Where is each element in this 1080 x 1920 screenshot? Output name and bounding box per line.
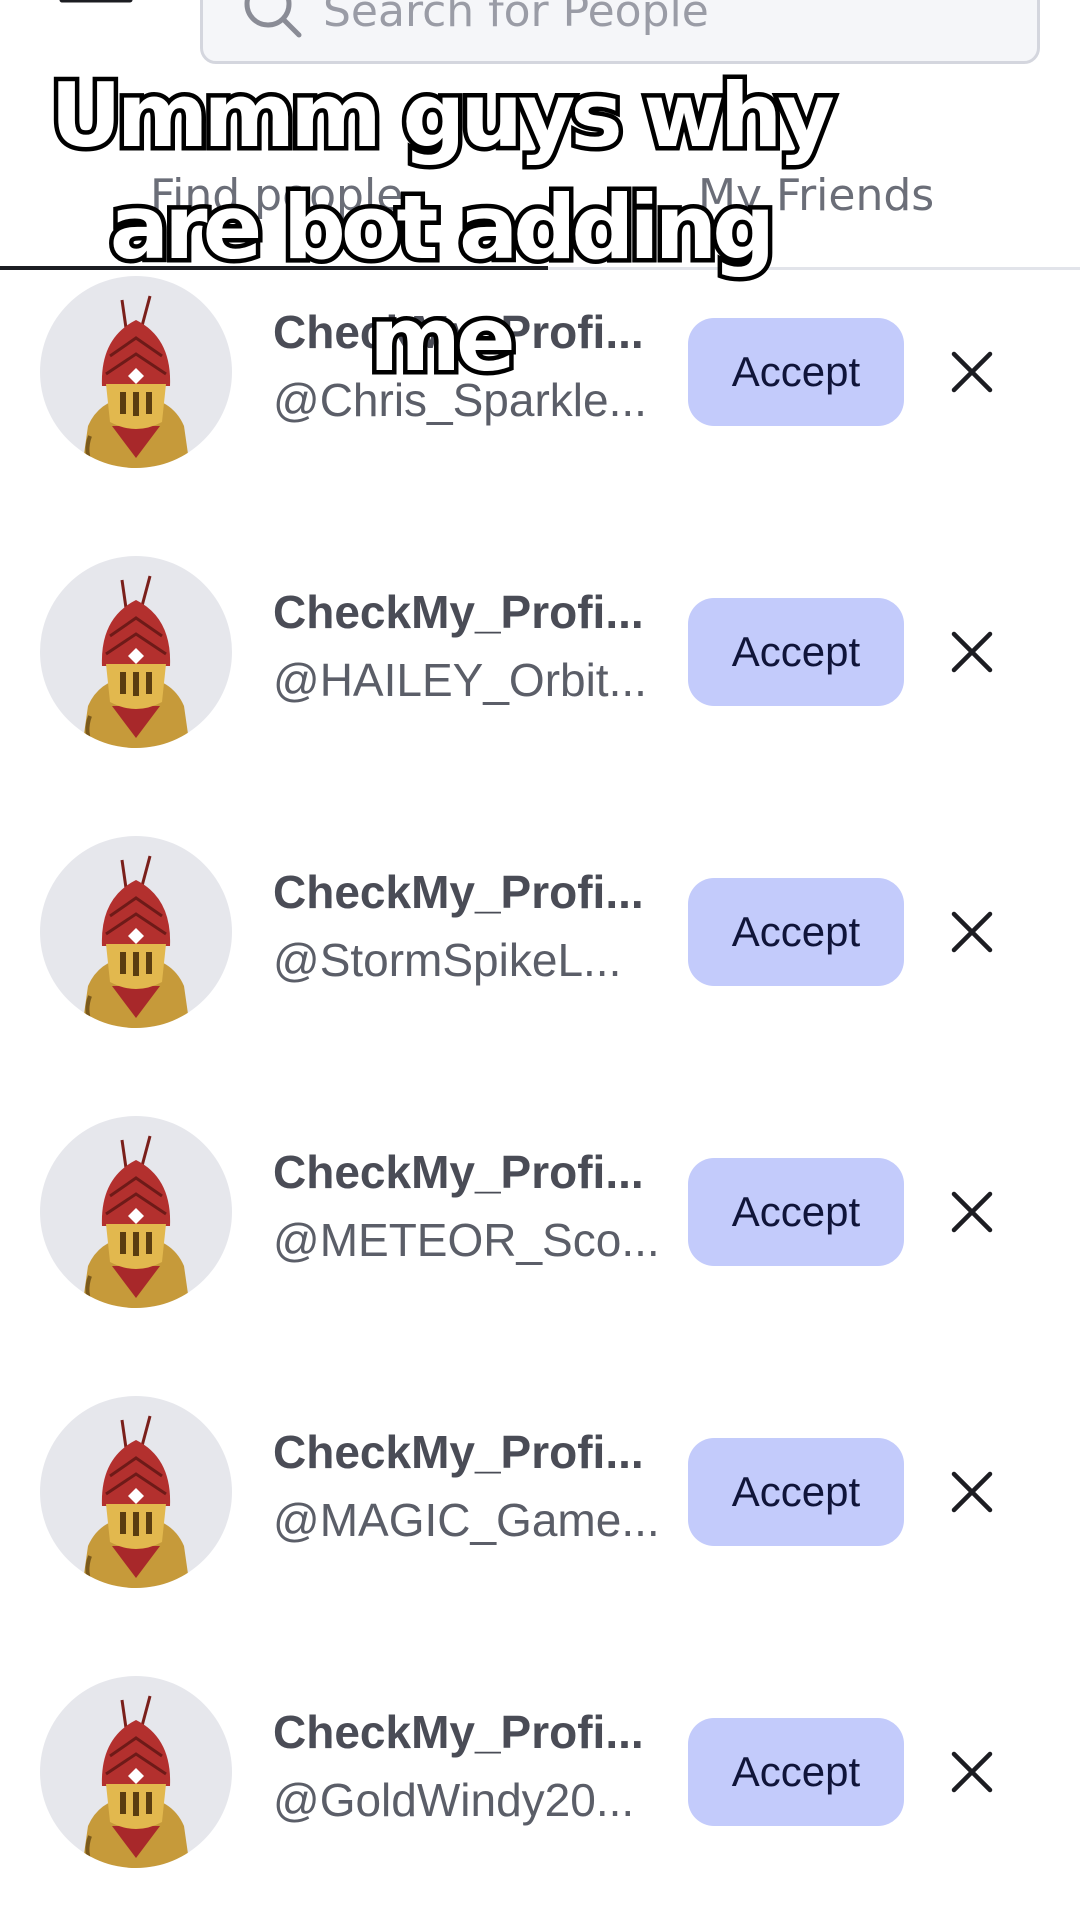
display-name[interactable]: CheckMy_Profi...: [273, 1702, 663, 1762]
user-info: CheckMy_Profi... @StormSpikeL...: [273, 862, 663, 990]
display-name[interactable]: CheckMy_Profi...: [273, 1142, 663, 1202]
decline-button[interactable]: [940, 332, 1004, 412]
friend-request-list: CheckMy_Profi... @Chris_Sparkle... Accep…: [0, 272, 1080, 1920]
username: @HAILEY_Orbit...: [273, 654, 647, 706]
user-info: CheckMy_Profi... @MAGIC_Game...: [273, 1422, 663, 1550]
close-icon: [951, 631, 993, 673]
accept-button[interactable]: Accept: [688, 1158, 904, 1266]
avatar-knight-icon: [82, 1135, 190, 1308]
decline-button[interactable]: [940, 892, 1004, 972]
avatar[interactable]: [40, 1676, 232, 1868]
avatar[interactable]: [40, 1116, 232, 1308]
friend-request-row: CheckMy_Profi... @HAILEY_Orbit... Accept: [0, 552, 1080, 832]
friend-request-row: CheckMy_Profi... @MAGIC_Game... Accept: [0, 1392, 1080, 1672]
tab-find-people[interactable]: Find people: [150, 170, 403, 221]
accept-button[interactable]: Accept: [688, 1438, 904, 1546]
avatar-knight-icon: [82, 1695, 190, 1868]
friend-request-row: CheckMy_Profi... @METEOR_Sco... Accept: [0, 1112, 1080, 1392]
avatar-knight-icon: [82, 1415, 190, 1588]
friend-request-row: CheckMy_Profi... @Chris_Sparkle... Accep…: [0, 272, 1080, 552]
accept-button[interactable]: Accept: [688, 318, 904, 426]
search-input[interactable]: [323, 0, 1013, 37]
accept-button[interactable]: Accept: [688, 598, 904, 706]
username: @MAGIC_Game...: [273, 1494, 660, 1546]
decline-button[interactable]: [940, 1732, 1004, 1812]
decline-button[interactable]: [940, 612, 1004, 692]
accept-button[interactable]: Accept: [688, 878, 904, 986]
tab-my-friends[interactable]: My Friends: [698, 170, 934, 221]
user-info: CheckMy_Profi... @METEOR_Sco...: [273, 1142, 663, 1270]
avatar-knight-icon: [82, 295, 190, 468]
active-tab-underline: [0, 266, 548, 270]
search-box[interactable]: [200, 0, 1040, 64]
decline-button[interactable]: [940, 1172, 1004, 1252]
username: @Chris_Sparkle...: [273, 374, 647, 426]
user-info: CheckMy_Profi... @HAILEY_Orbit...: [273, 582, 663, 710]
friend-request-row: CheckMy_Profi... @GoldWindy20... Accept: [0, 1672, 1080, 1920]
avatar[interactable]: [40, 556, 232, 748]
display-name[interactable]: CheckMy_Profi...: [273, 582, 663, 642]
display-name[interactable]: CheckMy_Profi...: [273, 862, 663, 922]
friend-request-row: CheckMy_Profi... @StormSpikeL... Accept: [0, 832, 1080, 1112]
display-name[interactable]: CheckMy_Profi...: [273, 302, 663, 362]
avatar-knight-icon: [82, 575, 190, 748]
search-icon: [244, 0, 302, 38]
friend-requests-screen: Find people My Friends Ummm guys why are…: [0, 0, 1080, 1920]
close-icon: [951, 911, 993, 953]
decline-button[interactable]: [940, 1452, 1004, 1532]
close-icon: [951, 1751, 993, 1793]
back-arrow-icon: [59, 0, 133, 3]
username: @METEOR_Sco...: [273, 1214, 660, 1266]
user-info: CheckMy_Profi... @GoldWindy20...: [273, 1702, 663, 1830]
back-button[interactable]: [56, 0, 146, 30]
username: @StormSpikeL...: [273, 934, 622, 986]
user-info: CheckMy_Profi... @Chris_Sparkle...: [273, 302, 663, 430]
close-icon: [951, 351, 993, 393]
accept-button[interactable]: Accept: [688, 1718, 904, 1826]
tab-bar: Find people My Friends: [0, 150, 1080, 270]
avatar[interactable]: [40, 1396, 232, 1588]
close-icon: [951, 1191, 993, 1233]
avatar[interactable]: [40, 276, 232, 468]
avatar-knight-icon: [82, 855, 190, 1028]
display-name[interactable]: CheckMy_Profi...: [273, 1422, 663, 1482]
avatar[interactable]: [40, 836, 232, 1028]
close-icon: [951, 1471, 993, 1513]
username: @GoldWindy20...: [273, 1774, 635, 1826]
